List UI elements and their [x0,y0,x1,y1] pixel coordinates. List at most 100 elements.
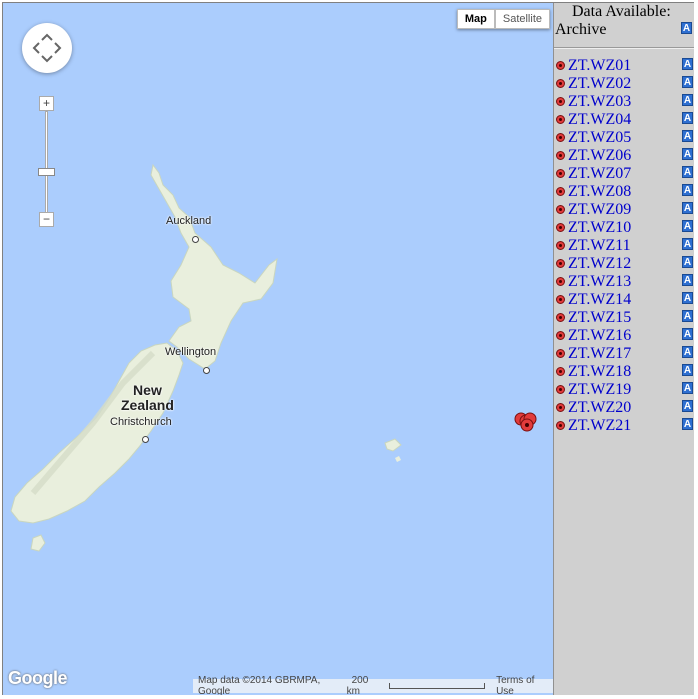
station-archive-icon[interactable]: A [682,130,693,142]
station-marker-icon [556,331,565,340]
station-item[interactable]: ZT.WZ17 A [554,345,695,363]
station-link[interactable]: ZT.WZ20 [568,399,631,417]
station-link[interactable]: ZT.WZ16 [568,327,631,345]
map-type-map-button[interactable]: Map [456,9,495,29]
station-link[interactable]: ZT.WZ10 [568,219,631,237]
station-archive-icon[interactable]: A [682,346,693,358]
station-link[interactable]: ZT.WZ01 [568,57,631,75]
station-item[interactable]: ZT.WZ02 A [554,75,695,93]
station-archive-icon[interactable]: A [682,292,693,304]
scale-bar [389,683,486,689]
zoom-slider-thumb[interactable] [38,168,55,176]
station-marker-icon [556,169,565,178]
station-archive-icon[interactable]: A [682,256,693,268]
station-item[interactable]: ZT.WZ03 A [554,93,695,111]
station-link[interactable]: ZT.WZ08 [568,183,631,201]
station-archive-icon[interactable]: A [682,328,693,340]
station-marker-icon [556,385,565,394]
stewart-island [30,534,46,552]
station-marker-icon [556,151,565,160]
station-link[interactable]: ZT.WZ21 [568,417,631,435]
station-link[interactable]: ZT.WZ09 [568,201,631,219]
station-item[interactable]: ZT.WZ04 A [554,111,695,129]
station-item[interactable]: ZT.WZ06 A [554,147,695,165]
station-item[interactable]: ZT.WZ13 A [554,273,695,291]
station-item[interactable]: ZT.WZ07 A [554,165,695,183]
station-item[interactable]: ZT.WZ21 A [554,417,695,435]
station-marker-icon [556,241,565,250]
station-link[interactable]: ZT.WZ11 [568,237,631,255]
station-marker-cluster[interactable] [513,411,539,433]
city-label-christchurch: Christchurch [110,416,172,428]
station-marker-icon [556,277,565,286]
station-marker-icon [556,133,565,142]
station-marker-icon [556,421,565,430]
station-item[interactable]: ZT.WZ09 A [554,201,695,219]
map-type-satellite-button[interactable]: Satellite [494,9,550,29]
station-link[interactable]: ZT.WZ13 [568,273,631,291]
station-archive-icon[interactable]: A [682,274,693,286]
station-archive-icon[interactable]: A [682,166,693,178]
station-item[interactable]: ZT.WZ16 A [554,327,695,345]
station-link[interactable]: ZT.WZ05 [568,129,631,147]
station-marker-icon [556,115,565,124]
map-canvas[interactable]: Auckland Wellington New Zealand Christch… [3,3,553,695]
zoom-slider-track[interactable] [45,111,48,217]
station-link[interactable]: ZT.WZ19 [568,381,631,399]
station-archive-icon[interactable]: A [682,220,693,232]
station-link[interactable]: ZT.WZ15 [568,309,631,327]
station-archive-icon[interactable]: A [682,58,693,70]
station-item[interactable]: ZT.WZ08 A [554,183,695,201]
city-label-auckland: Auckland [166,215,212,227]
city-label-wellington: Wellington [165,346,217,358]
station-link[interactable]: ZT.WZ03 [568,93,631,111]
station-archive-icon[interactable]: A [682,94,693,106]
station-link[interactable]: ZT.WZ18 [568,363,631,381]
terms-of-use-link[interactable]: Terms of Use [491,675,553,695]
station-link[interactable]: ZT.WZ17 [568,345,631,363]
station-archive-icon[interactable]: A [682,112,693,124]
zoom-out-button[interactable]: − [39,212,54,227]
city-dot-christchurch [140,431,149,449]
station-link[interactable]: ZT.WZ12 [568,255,631,273]
archive-download-icon[interactable]: A [681,22,692,34]
station-item[interactable]: ZT.WZ01 A [554,57,695,75]
station-link[interactable]: ZT.WZ02 [568,75,631,93]
north-island [150,163,278,370]
station-archive-icon[interactable]: A [682,364,693,376]
station-archive-icon[interactable]: A [682,310,693,322]
city-dot-wellington [201,362,210,380]
station-marker-icon [556,97,565,106]
station-archive-icon[interactable]: A [682,148,693,160]
station-archive-icon[interactable]: A [682,202,693,214]
station-archive-icon[interactable]: A [682,184,693,196]
station-link[interactable]: ZT.WZ06 [568,147,631,165]
station-link[interactable]: ZT.WZ07 [568,165,631,183]
chatham-islands [384,438,402,452]
zoom-in-button[interactable]: + [39,96,54,111]
station-archive-icon[interactable]: A [682,418,693,430]
station-item[interactable]: ZT.WZ18 A [554,363,695,381]
station-item[interactable]: ZT.WZ12 A [554,255,695,273]
station-item[interactable]: ZT.WZ15 A [554,309,695,327]
station-marker-icon [556,223,565,232]
station-archive-icon[interactable]: A [682,76,693,88]
station-item[interactable]: ZT.WZ19 A [554,381,695,399]
station-item[interactable]: ZT.WZ05 A [554,129,695,147]
sidebar-subtitle: Archive [555,21,607,38]
station-item[interactable]: ZT.WZ20 A [554,399,695,417]
station-link[interactable]: ZT.WZ14 [568,291,631,309]
station-sidebar: Data Available: Archive A ZT.WZ01 A ZT.WZ0… [553,3,694,695]
station-marker-icon [556,187,565,196]
pan-control[interactable] [22,23,72,73]
google-logo[interactable]: Google [8,668,68,689]
station-archive-icon[interactable]: A [682,238,693,250]
scale-label: 200 km [346,675,369,695]
station-item[interactable]: ZT.WZ11 A [554,237,695,255]
station-link[interactable]: ZT.WZ04 [568,111,631,129]
station-archive-icon[interactable]: A [682,382,693,394]
station-archive-icon[interactable]: A [682,400,693,412]
sidebar-title: Data Available: [572,3,671,20]
station-item[interactable]: ZT.WZ10 A [554,219,695,237]
station-item[interactable]: ZT.WZ14 A [554,291,695,309]
